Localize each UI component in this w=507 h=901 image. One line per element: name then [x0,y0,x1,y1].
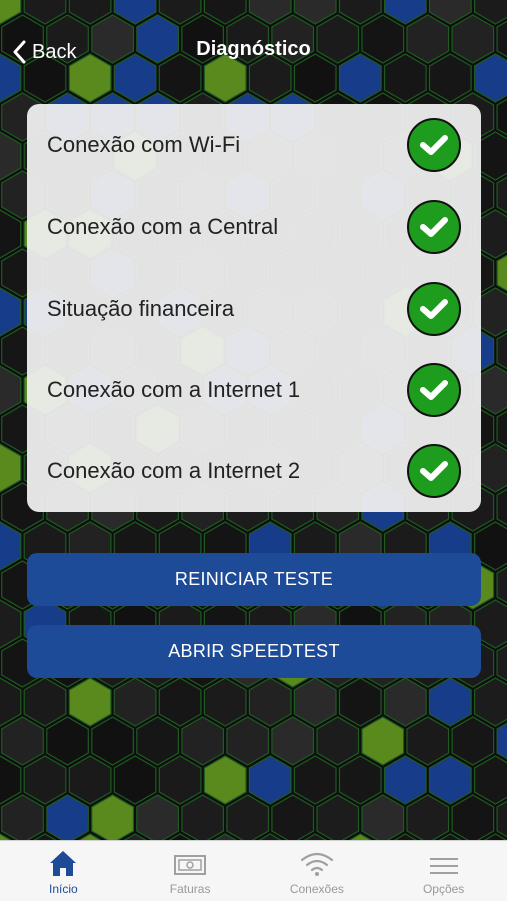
restart-test-button[interactable]: REINICIAR TESTE [27,553,481,606]
diagnostic-card: Conexão com Wi-Fi Conexão com a Central … [27,104,481,512]
check-label: Conexão com a Internet 2 [47,458,301,483]
tab-label: Faturas [169,882,211,896]
tab-bar: Início Faturas Conexões Opções [0,840,507,901]
tab-label: Início [49,882,78,896]
check-row-internet-1: Conexão com a Internet 1 [27,349,481,431]
tab-opcoes[interactable]: Opções [380,841,507,901]
check-label: Situação financeira [47,296,235,321]
check-row-wifi: Conexão com Wi-Fi [27,104,481,186]
check-label: Conexão com a Central [47,214,279,239]
tab-inicio[interactable]: Início [0,841,127,901]
check-label: Conexão com Wi-Fi [47,132,241,157]
wifi-icon [300,852,333,876]
check-success-icon [407,363,461,417]
open-speedtest-button[interactable]: ABRIR SPEEDTEST [27,625,481,678]
check-success-icon [407,200,461,254]
menu-icon [429,858,458,874]
tab-faturas[interactable]: Faturas [127,841,254,901]
tab-conexoes[interactable]: Conexões [254,841,381,901]
check-row-financial: Situação financeira [27,268,481,350]
check-label: Conexão com a Internet 1 [47,377,301,402]
check-success-icon [407,118,461,172]
tab-label: Opções [422,882,465,896]
check-success-icon [407,444,461,498]
check-row-central: Conexão com a Central [27,186,481,268]
check-success-icon [407,282,461,336]
home-icon [50,851,77,876]
check-row-internet-2: Conexão com a Internet 2 [27,430,481,512]
page-title: Diagnóstico [196,38,311,60]
tab-label: Conexões [289,882,344,896]
invoice-icon [174,855,207,875]
navigation-bar: Back Diagnóstico [0,0,507,104]
